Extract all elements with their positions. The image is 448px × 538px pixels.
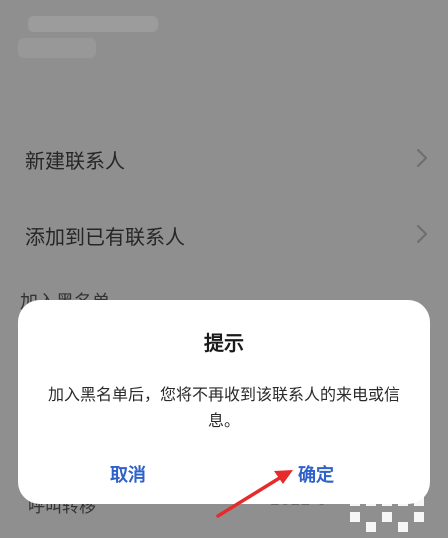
watermark-logo: [348, 494, 440, 534]
dialog-message: 加入黑名单后，您将不再收到该联系人的来电或信息。: [47, 385, 400, 430]
alert-dialog: 提示 加入黑名单后，您将不再收到该联系人的来电或信息。 取消 确定: [18, 300, 430, 504]
add-to-existing-label: 添加到已有联系人: [25, 225, 185, 249]
new-contact-label: 新建联系人: [25, 149, 125, 173]
dialog-title: 提示: [204, 331, 244, 355]
blurred-name: [28, 16, 158, 32]
add-to-existing-contact-item[interactable]: 添加到已有联系人: [0, 210, 448, 260]
new-contact-item[interactable]: 新建联系人: [0, 134, 448, 184]
chevron-right-icon: [416, 148, 428, 168]
confirm-button[interactable]: 确定: [298, 461, 334, 487]
blurred-number: [18, 38, 96, 58]
chevron-right-icon: [416, 224, 428, 244]
cancel-button[interactable]: 取消: [110, 461, 146, 487]
blurred-contact-header: [18, 14, 162, 62]
